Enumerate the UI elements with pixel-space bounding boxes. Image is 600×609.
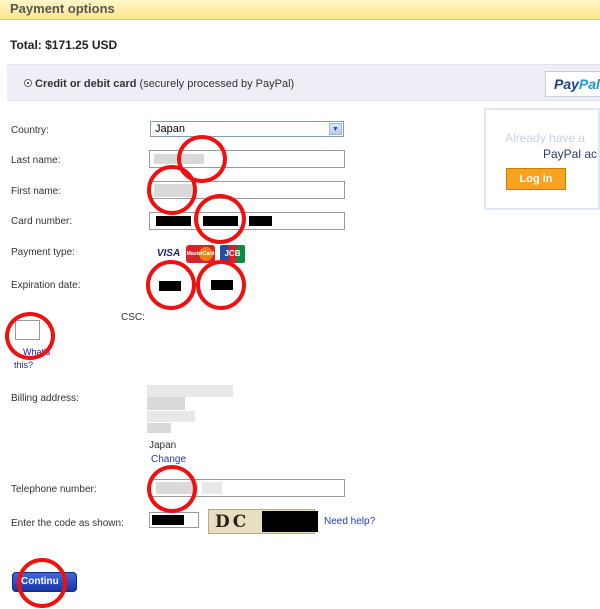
- country-label: Country:: [11, 125, 49, 136]
- country-selected-value: Japan: [155, 123, 185, 135]
- need-help-link[interactable]: Need help?: [324, 516, 375, 527]
- expiration-date-label: Expiration date:: [11, 280, 81, 291]
- billing-country: Japan: [149, 440, 177, 451]
- last-name-label: Last name:: [11, 155, 61, 166]
- login-button[interactable]: Log in: [506, 168, 566, 190]
- telephone-input[interactable]: [149, 479, 345, 497]
- redacted-telephone-1: [156, 482, 198, 494]
- redacted-telephone-2: [202, 482, 222, 494]
- csc-input[interactable]: [15, 320, 40, 340]
- first-name-label: First name:: [11, 186, 62, 197]
- header-bar: Payment options: [0, 0, 600, 20]
- continue-button[interactable]: Continu: [12, 572, 77, 592]
- order-total: Total: $171.25 USD: [10, 38, 117, 52]
- redacted-expiration-year[interactable]: [211, 280, 233, 290]
- mastercard-text: MasterCard: [186, 251, 215, 257]
- card-option-title: Credit or debit card: [35, 78, 137, 90]
- total-label: Total:: [10, 38, 42, 52]
- visa-logo-icon: VISA: [156, 248, 181, 259]
- redacted-captcha: [262, 511, 318, 532]
- card-option-note: (securely processed by PayPal): [136, 78, 295, 90]
- last-name-input[interactable]: [149, 150, 345, 168]
- redacted-address-line-4: [147, 423, 171, 433]
- chevron-down-icon[interactable]: ▼: [329, 123, 342, 135]
- security-code-input[interactable]: [149, 512, 199, 528]
- jcb-logo-icon: JCB: [220, 245, 245, 263]
- country-select[interactable]: Japan ▼: [150, 121, 344, 137]
- first-name-input[interactable]: [149, 181, 345, 199]
- telephone-label: Telephone number:: [11, 484, 97, 495]
- redacted-last-name: [154, 154, 204, 164]
- card-option-label[interactable]: Credit or debit card (securely processed…: [35, 78, 294, 90]
- mastercard-logo-icon: MasterCard: [186, 245, 215, 263]
- redacted-address-line-2: [147, 397, 185, 410]
- redacted-expiration-month[interactable]: [159, 281, 181, 291]
- card-number-label: Card number:: [11, 216, 73, 227]
- redacted-address-line-1: [147, 385, 233, 397]
- payment-method-panel: Credit or debit card (securely processed…: [7, 64, 600, 101]
- change-address-link[interactable]: Change: [151, 454, 186, 465]
- page-title: Payment options: [10, 1, 115, 16]
- login-prompt-strong: PayPal ac: [543, 147, 598, 161]
- paypal-logo-pay: Pay: [554, 76, 579, 92]
- total-amount: $171.25 USD: [45, 38, 118, 52]
- payment-type-label: Payment type:: [11, 247, 75, 258]
- whats-this-link-2[interactable]: this?: [14, 360, 33, 370]
- redacted-first-name: [154, 184, 194, 197]
- whats-this-link[interactable]: What's: [23, 347, 50, 357]
- redacted-code-entry: [152, 515, 184, 525]
- paypal-login-panel: Already have a PayPal ac Log in: [484, 108, 600, 210]
- paypal-logo-pal: Pal: [578, 76, 600, 92]
- redacted-card-part-3: [249, 216, 272, 226]
- redacted-card-part-2: [203, 216, 238, 226]
- card-number-input[interactable]: [149, 212, 345, 230]
- csc-label: CSC:: [121, 312, 145, 323]
- card-radio-button[interactable]: [24, 79, 32, 87]
- login-prompt-faded: Already have a: [505, 131, 586, 145]
- security-code-label: Enter the code as shown:: [11, 518, 124, 529]
- redacted-address-line-3: [147, 411, 195, 422]
- redacted-card-part-1: [156, 216, 191, 226]
- paypal-logo: PayPal: [545, 71, 600, 97]
- billing-address-label: Billing address:: [11, 393, 79, 404]
